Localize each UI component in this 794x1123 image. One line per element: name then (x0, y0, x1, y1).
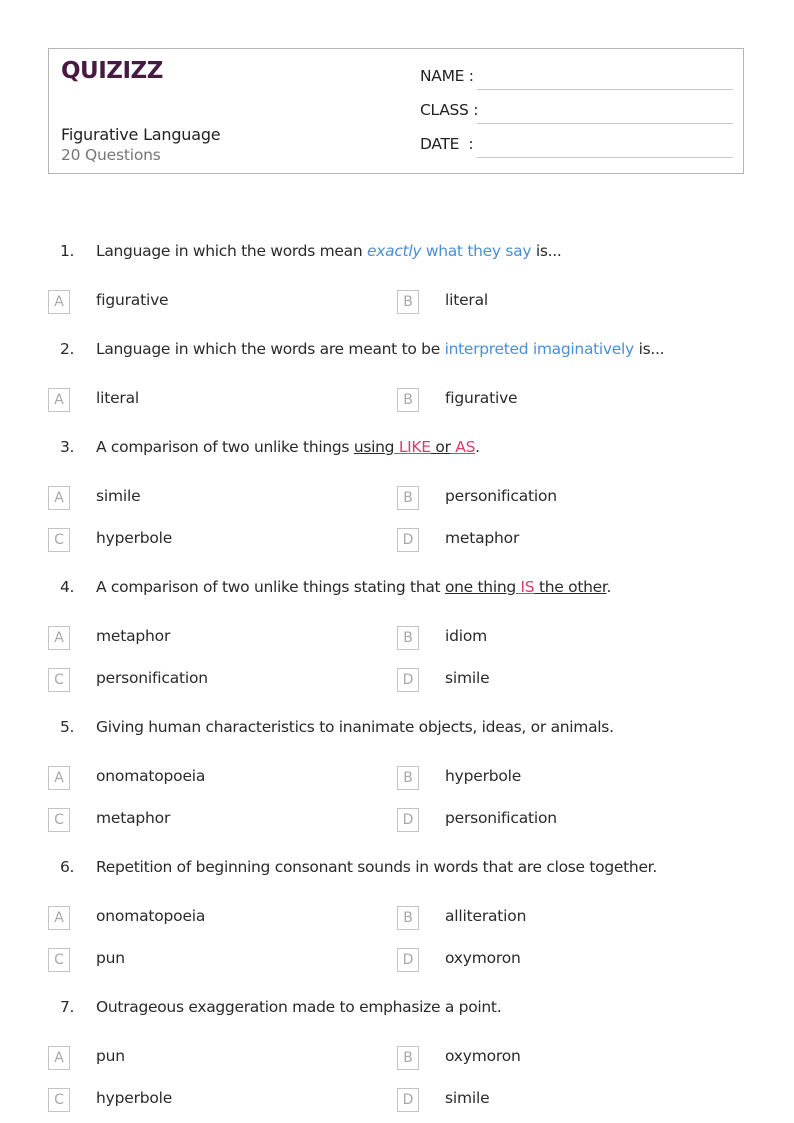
text-part: . (475, 438, 480, 456)
option-letter-box[interactable]: A (48, 388, 70, 412)
date-label: DATE : (420, 135, 474, 153)
worksheet-title: Figurative Language (61, 125, 221, 144)
option-letter-box[interactable]: A (48, 626, 70, 650)
text-part: . (606, 578, 612, 596)
question-number: 6. (60, 858, 75, 876)
option-text: metaphor (96, 809, 171, 827)
text-part: is... (531, 242, 562, 260)
option-text: metaphor (96, 627, 171, 645)
underline-using: using (353, 438, 395, 456)
option-letter-box[interactable]: B (397, 626, 419, 650)
option-text: alliteration (445, 907, 527, 925)
name-label: NAME : (420, 67, 474, 85)
text-part: is... (633, 340, 665, 358)
option-letter-box[interactable]: A (48, 906, 70, 930)
option-text: pun (96, 1047, 125, 1065)
option-letter-box[interactable]: C (48, 528, 70, 552)
question-text: Repetition of beginning consonant sounds… (96, 858, 657, 876)
option-letter-box[interactable]: C (48, 808, 70, 832)
option-letter-box[interactable]: A (48, 486, 70, 510)
question-number: 4. (60, 578, 75, 596)
question-number: 3. (60, 438, 75, 456)
underline-the-other: the other (534, 578, 607, 596)
class-label: CLASS : (420, 101, 479, 119)
quizizz-logo: QUIZIZZ (61, 58, 163, 84)
question-text: Language in which the words are meant to… (96, 340, 665, 358)
option-text: idiom (445, 627, 488, 645)
class-line[interactable] (477, 123, 733, 124)
option-letter-box[interactable]: A (48, 290, 70, 314)
option-letter-box[interactable]: C (48, 1088, 70, 1112)
worksheet-header: QUIZIZZ Figurative Language 20 Questions… (48, 48, 744, 174)
option-letter-box[interactable]: C (48, 948, 70, 972)
option-letter-box[interactable]: B (397, 766, 419, 790)
highlight-what-they-say: what they say (421, 242, 532, 260)
question-number: 2. (60, 340, 75, 358)
option-letter-box[interactable]: B (397, 290, 419, 314)
text-part: A comparison of two unlike things statin… (96, 578, 445, 596)
highlight-is: IS (515, 578, 535, 596)
question-number: 7. (60, 998, 75, 1016)
text-part: A comparison of two unlike things (96, 438, 354, 456)
highlight-like: LIKE (394, 438, 431, 456)
option-text: hyperbole (96, 1089, 173, 1107)
option-letter-box[interactable]: A (48, 1046, 70, 1070)
highlight-exactly: exactly (367, 242, 422, 260)
option-text: pun (96, 949, 125, 967)
option-text: personification (445, 809, 557, 827)
option-letter-box[interactable]: B (397, 388, 419, 412)
option-text: hyperbole (445, 767, 522, 785)
option-letter-box[interactable]: D (397, 1088, 419, 1112)
date-line[interactable] (477, 157, 733, 158)
option-letter-box[interactable]: B (397, 906, 419, 930)
underline-one-thing: one thing (444, 578, 516, 596)
option-letter-box[interactable]: A (48, 766, 70, 790)
highlight-as: AS (450, 438, 476, 456)
option-text: onomatopoeia (96, 767, 206, 785)
name-field[interactable]: NAME : (420, 66, 733, 90)
question-text: Language in which the words mean exactly… (96, 242, 562, 260)
question-text: A comparison of two unlike things statin… (96, 578, 611, 596)
option-letter-box[interactable]: D (397, 808, 419, 832)
question-text: Outrageous exaggeration made to emphasiz… (96, 998, 502, 1016)
option-letter-box[interactable]: C (48, 668, 70, 692)
question-number: 5. (60, 718, 75, 736)
text-part: Language in which the words are meant to… (96, 340, 445, 358)
option-text: personification (96, 669, 208, 687)
option-text: onomatopoeia (96, 907, 206, 925)
option-text: literal (445, 291, 489, 309)
option-letter-box[interactable]: B (397, 486, 419, 510)
option-letter-box[interactable]: B (397, 1046, 419, 1070)
name-line[interactable] (477, 89, 733, 90)
option-text: literal (96, 389, 140, 407)
underline-or: or (430, 438, 451, 456)
question-count: 20 Questions (61, 146, 161, 164)
option-text: metaphor (445, 529, 520, 547)
question-text: A comparison of two unlike things using … (96, 438, 480, 456)
option-text: personification (445, 487, 557, 505)
option-text: simile (445, 1089, 490, 1107)
option-text: oxymoron (445, 949, 521, 967)
option-text: figurative (96, 291, 169, 309)
class-field[interactable]: CLASS : (420, 100, 733, 124)
option-letter-box[interactable]: D (397, 948, 419, 972)
option-text: simile (445, 669, 490, 687)
question-number: 1. (60, 242, 75, 260)
question-text: Giving human characteristics to inanimat… (96, 718, 614, 736)
option-text: hyperbole (96, 529, 173, 547)
highlight-interpreted: interpreted imaginatively (444, 340, 635, 358)
option-text: simile (96, 487, 141, 505)
option-letter-box[interactable]: D (397, 528, 419, 552)
option-letter-box[interactable]: D (397, 668, 419, 692)
option-text: figurative (445, 389, 518, 407)
option-text: oxymoron (445, 1047, 521, 1065)
text-part: Language in which the words mean (96, 242, 368, 260)
date-field[interactable]: DATE : (420, 134, 733, 158)
